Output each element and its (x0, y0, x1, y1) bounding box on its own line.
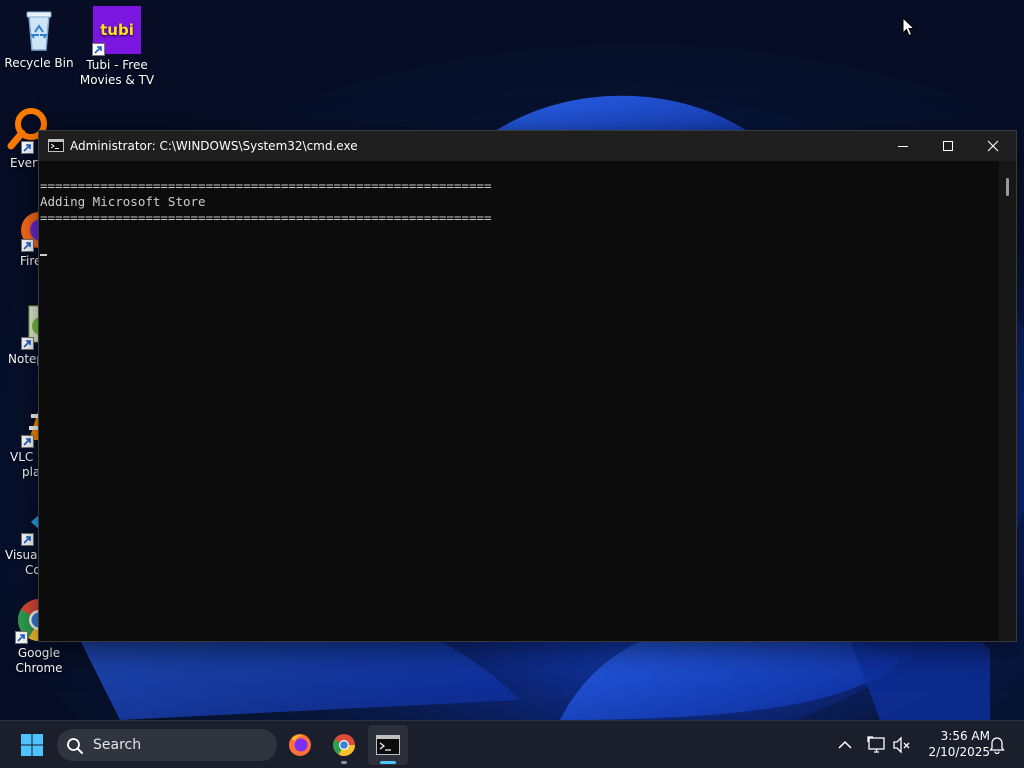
maximize-button[interactable] (925, 131, 970, 161)
minimize-icon (897, 146, 908, 147)
text-cursor (40, 254, 47, 256)
tubi-icon: tubi (92, 6, 142, 56)
desktop-icon-label: Chrome (15, 661, 63, 675)
mouse-pointer-icon (902, 16, 916, 41)
vertical-scrollbar[interactable] (999, 161, 1016, 641)
shortcut-arrow-icon (21, 337, 34, 350)
desktop-icon-label: Recycle Bin (4, 56, 74, 70)
close-button[interactable] (970, 131, 1015, 161)
window-title: Administrator: C:\WINDOWS\System32\cmd.e… (70, 139, 358, 153)
maximize-icon (942, 141, 953, 151)
taskbar-clock[interactable]: 3:56 AM 2/10/2025 (918, 728, 990, 760)
cmd-titlebar[interactable]: Administrator: C:\WINDOWS\System32\cmd.e… (39, 131, 1016, 161)
volume-muted-icon (893, 736, 910, 754)
network-icon (867, 736, 885, 753)
windows-start-icon (21, 734, 43, 756)
console-output[interactable]: ========================================… (39, 161, 1000, 641)
console-line: Adding Microsoft Store (40, 194, 206, 209)
minimize-button[interactable] (880, 131, 925, 161)
taskbar-firefox[interactable] (280, 725, 320, 765)
show-hidden-icons-button[interactable] (833, 733, 857, 757)
desktop-icon-label: Google (17, 646, 61, 660)
taskbar-cmd[interactable] (368, 725, 408, 765)
recycle-bin-icon (15, 6, 63, 54)
notification-button[interactable] (985, 733, 1009, 757)
shortcut-arrow-icon (15, 631, 28, 644)
bell-icon (989, 737, 1005, 754)
network-button[interactable] (865, 733, 889, 757)
running-indicator (341, 761, 347, 764)
desktop-icon-label: Tubi - Free (86, 58, 148, 72)
cmd-window[interactable]: Administrator: C:\WINDOWS\System32\cmd.e… (38, 130, 1017, 642)
console-line: ========================================… (40, 178, 492, 193)
scrollbar-thumb[interactable] (1006, 178, 1009, 196)
search-placeholder: Search (93, 737, 142, 753)
active-indicator (380, 761, 396, 764)
cmd-icon (376, 735, 400, 755)
taskbar-search-box[interactable]: Search (57, 729, 277, 761)
close-icon (987, 140, 998, 152)
clock-date: 2/10/2025 (928, 745, 990, 759)
taskbar-chrome[interactable] (324, 725, 364, 765)
volume-button[interactable] (890, 733, 914, 757)
shortcut-arrow-icon (21, 239, 34, 252)
desktop-icon-recycle-bin[interactable]: Recycle Bin (0, 6, 78, 71)
clock-time: 3:56 AM (940, 729, 990, 743)
tubi-logo-text: tubi (100, 20, 134, 39)
shortcut-arrow-icon (92, 43, 105, 56)
taskbar: Search 3:56 AM 2/10/2025 (0, 720, 1024, 768)
chevron-up-icon (838, 740, 852, 749)
chrome-icon (333, 734, 355, 756)
desktop-icon-label: Movies & TV (79, 73, 155, 87)
search-icon (67, 738, 83, 754)
start-button[interactable] (12, 725, 52, 765)
cmd-icon (48, 139, 64, 152)
shortcut-arrow-icon (21, 533, 34, 546)
firefox-icon (289, 734, 311, 756)
console-line: ========================================… (40, 210, 492, 225)
desktop-icon-tubi[interactable]: tubi Tubi - Free Movies & TV (78, 6, 156, 88)
shortcut-arrow-icon (21, 435, 34, 448)
shortcut-arrow-icon (21, 141, 34, 154)
